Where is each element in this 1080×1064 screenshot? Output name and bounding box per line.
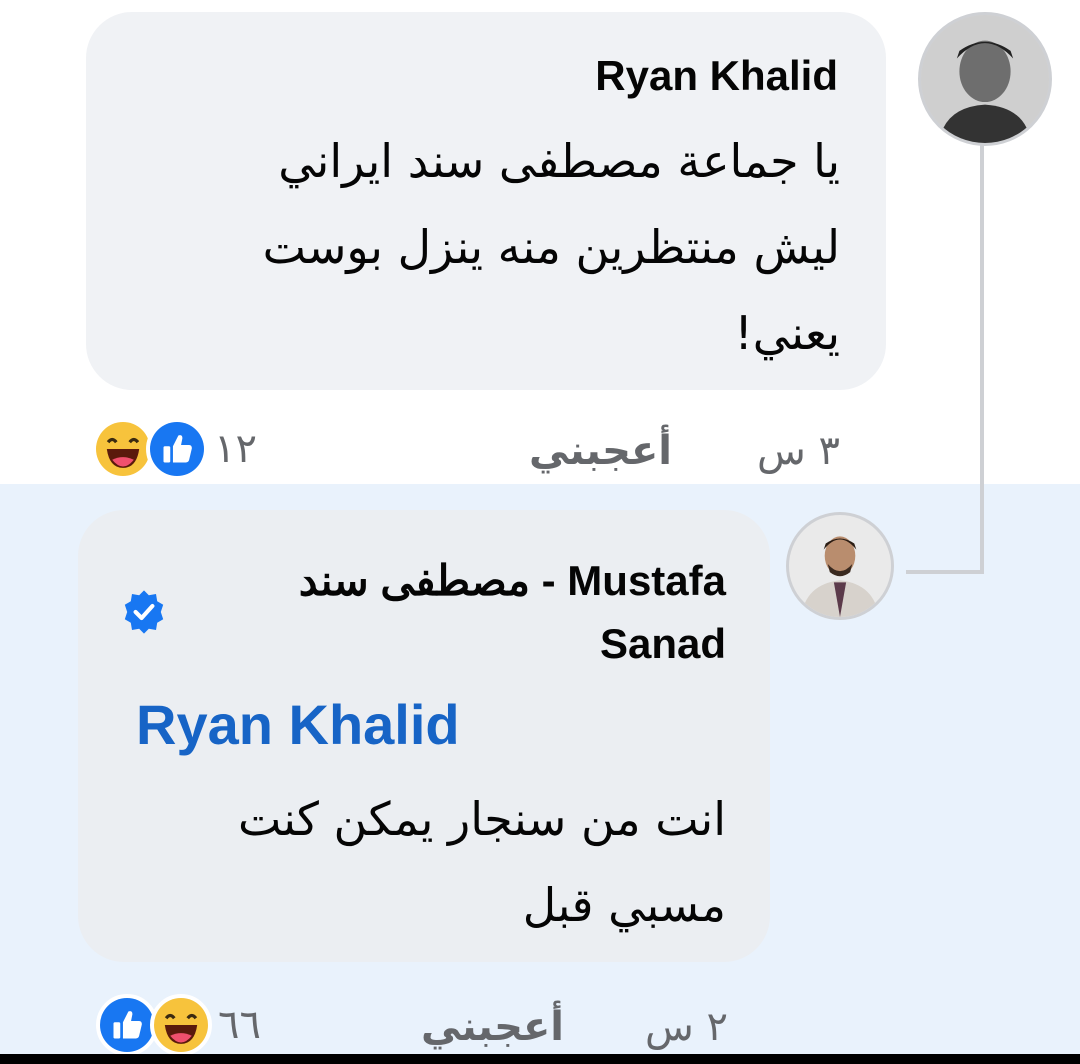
reply-avatar[interactable] xyxy=(786,512,894,620)
reply-text-line: انت من سنجار يمكن كنت xyxy=(237,792,726,846)
bottom-edge-bar xyxy=(0,1054,1080,1064)
reply-author[interactable]: مصطفى سند - Mustafa xyxy=(299,556,726,605)
thread-connector-horizontal xyxy=(906,570,984,574)
comment-author[interactable]: Ryan Khalid xyxy=(595,52,838,100)
haha-reaction-icon xyxy=(92,418,154,480)
reply-text-line: مسبي قبل xyxy=(522,878,726,932)
haha-reaction-icon xyxy=(150,994,212,1056)
comment-text: يا جماعة مصطفى سند ايراني ليش منتظرين من… xyxy=(263,118,840,376)
reply-like-button[interactable]: أعجبني xyxy=(421,1004,564,1050)
mention-link[interactable]: Ryan Khalid xyxy=(136,692,460,757)
avatar-photo-icon xyxy=(789,515,891,617)
thread-connector-vertical xyxy=(980,140,984,574)
comment-text-line: يا جماعة مصطفى سند ايراني xyxy=(278,134,840,188)
comment-text-line: يعني! xyxy=(734,306,840,360)
like-reaction-icon xyxy=(146,418,208,480)
reaction-summary[interactable]: ١٢ xyxy=(92,418,257,480)
reply-reaction-summary[interactable]: ٦٦ xyxy=(96,994,261,1056)
avatar-photo-icon xyxy=(921,15,1049,143)
reaction-count: ٦٦ xyxy=(218,1002,261,1048)
comment-timestamp[interactable]: ٣ س xyxy=(757,428,840,474)
verified-badge-icon xyxy=(120,588,168,636)
reaction-count: ١٢ xyxy=(214,426,257,472)
reply-author-continued[interactable]: Sanad xyxy=(600,620,726,668)
reply-timestamp[interactable]: ٢ س xyxy=(645,1004,728,1050)
comment-text-line: ليش منتظرين منه ينزل بوست xyxy=(262,220,840,274)
reply-text: انت من سنجار يمكن كنت مسبي قبل xyxy=(238,776,726,948)
avatar[interactable] xyxy=(918,12,1052,146)
like-reaction-icon xyxy=(96,994,158,1056)
like-button[interactable]: أعجبني xyxy=(529,428,672,474)
